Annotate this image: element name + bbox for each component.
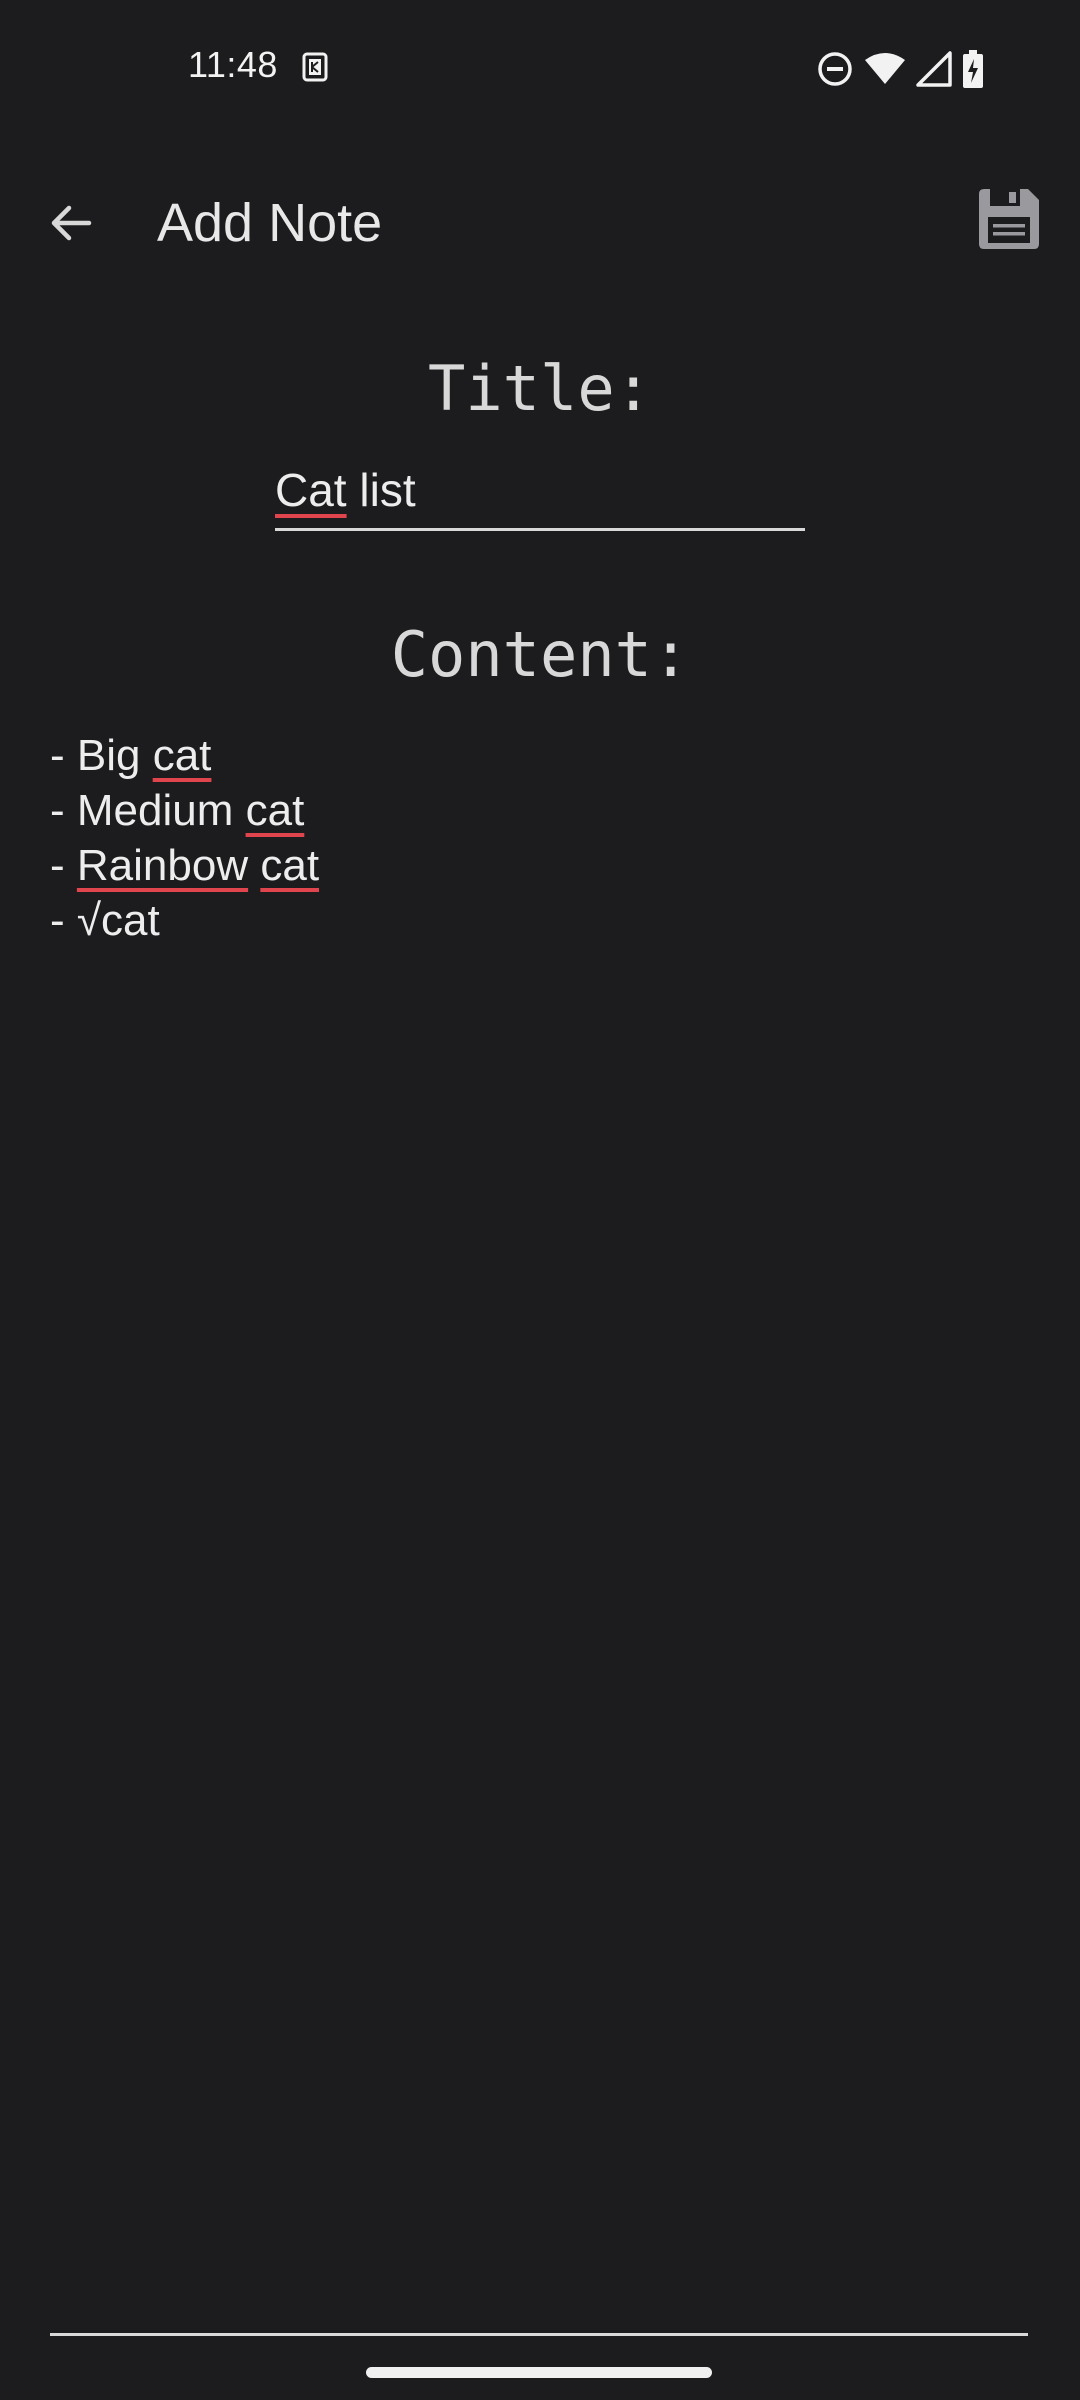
title-input-value: Cat list (275, 464, 416, 516)
title-input[interactable]: Cat list (275, 458, 805, 531)
page-title: Add Note (157, 193, 383, 253)
back-button[interactable] (36, 188, 106, 258)
status-icons (816, 50, 984, 88)
status-bar: 11:48 (0, 0, 1080, 135)
title-text-segment: list (346, 464, 416, 516)
gesture-nav-handle[interactable] (366, 2367, 712, 2378)
content-line: - √cat (50, 893, 1030, 948)
content-label: Content: (390, 618, 690, 691)
content-line: - Medium cat (50, 783, 1030, 838)
save-button[interactable] (976, 186, 1042, 252)
status-time: 11:48 (188, 44, 278, 85)
content-text-segment: - Big (50, 731, 153, 780)
signal-icon (916, 51, 952, 87)
arrow-back-icon (51, 205, 92, 241)
content-text-segment (248, 841, 260, 890)
content-input-underline (50, 2333, 1028, 2336)
wifi-icon (865, 53, 905, 84)
keyboard-icon (302, 52, 328, 82)
misspelled-word: cat (260, 841, 320, 890)
content-line: - Big cat (50, 728, 1030, 783)
app-bar: Add Note (0, 160, 1080, 280)
content-line: - Rainbow cat (50, 838, 1030, 893)
title-label: Title: (428, 352, 652, 425)
battery-charging-icon (963, 50, 983, 88)
floppy-save-icon (979, 189, 1039, 249)
content-text-segment: - (50, 841, 77, 890)
misspelled-word: cat (152, 731, 212, 780)
misspelled-word: Cat (275, 464, 347, 516)
content-text-segment: - Medium (50, 786, 246, 835)
content-input[interactable]: - Big cat - Medium cat - Rainbow cat - √cat (50, 728, 1030, 948)
misspelled-word: cat (245, 786, 305, 835)
misspelled-word: Rainbow (76, 841, 249, 890)
do-not-disturb-icon (818, 52, 852, 86)
content-text-segment: - √cat (50, 896, 160, 945)
